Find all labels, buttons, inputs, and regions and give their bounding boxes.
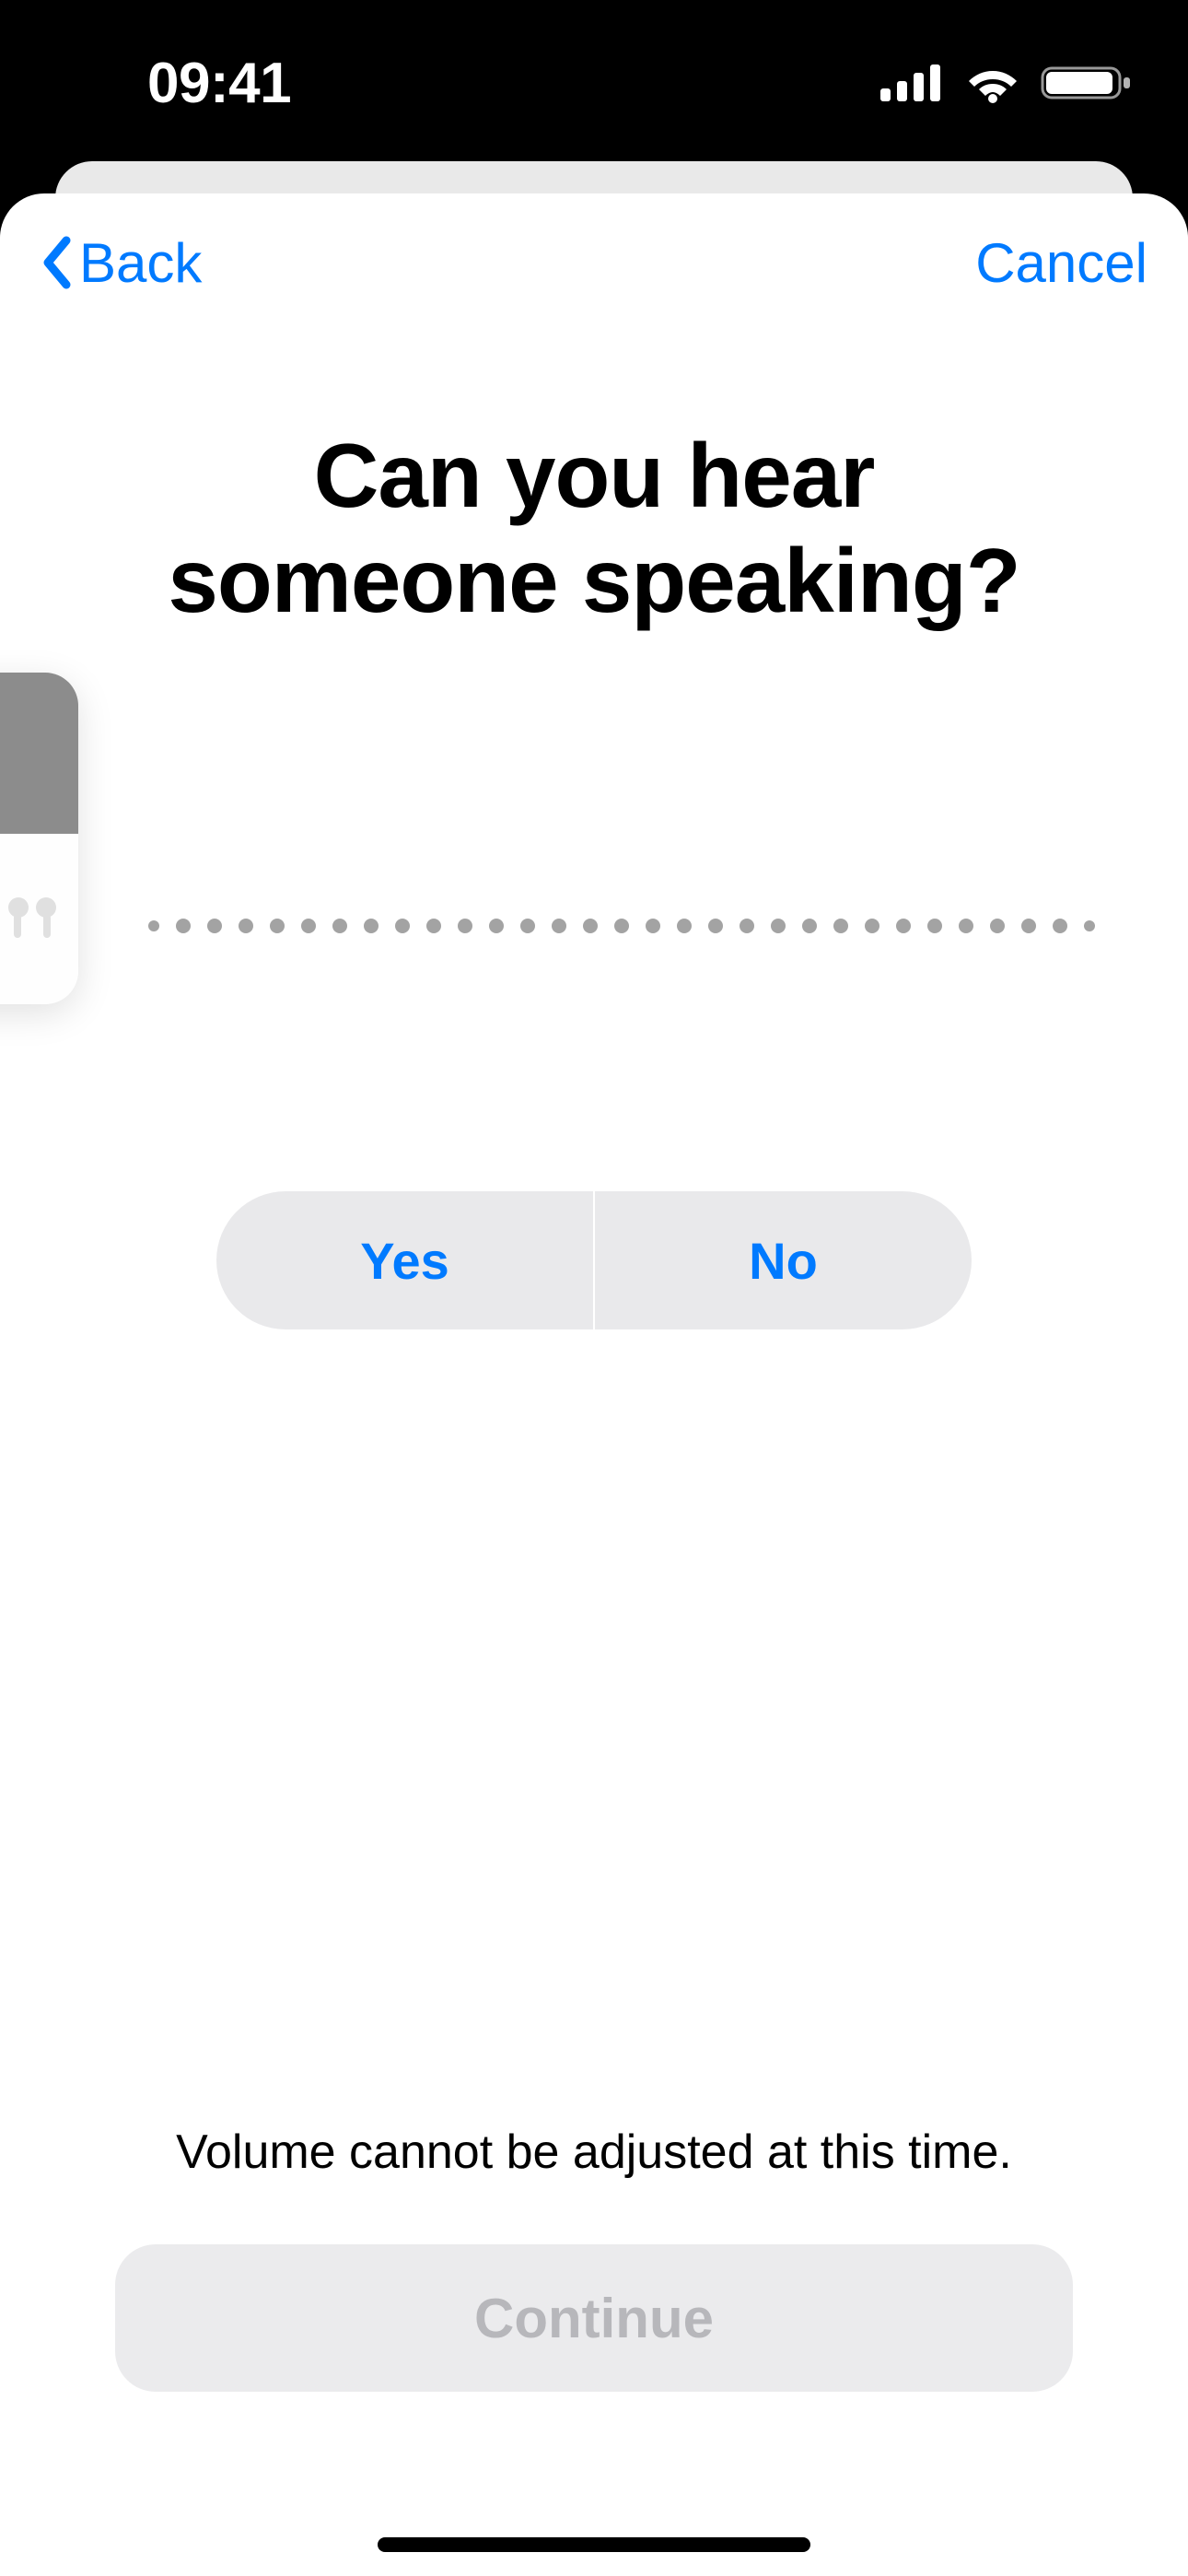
status-icons xyxy=(879,62,1133,104)
status-time: 09:41 xyxy=(74,51,291,116)
heading-line-2: someone speaking? xyxy=(168,530,1019,631)
cellular-icon xyxy=(879,63,945,103)
wifi-icon xyxy=(963,62,1022,104)
nav-bar: Back Cancel xyxy=(37,193,1151,332)
back-button[interactable]: Back xyxy=(41,231,202,295)
back-label: Back xyxy=(79,231,202,295)
no-button[interactable]: No xyxy=(595,1191,972,1329)
audio-waveform xyxy=(37,919,1151,933)
page-title: Can you hear someone speaking? xyxy=(37,424,1151,633)
volume-device xyxy=(0,834,78,1004)
footer-note: Volume cannot be adjusted at this time. xyxy=(0,2125,1188,2180)
continue-button[interactable]: Continue xyxy=(115,2244,1073,2392)
battery-icon xyxy=(1041,63,1133,103)
chevron-left-icon xyxy=(41,235,74,290)
yes-no-control: Yes No xyxy=(216,1191,972,1329)
volume-fill xyxy=(0,673,78,834)
volume-widget xyxy=(0,673,78,1004)
home-indicator xyxy=(378,2537,810,2552)
yes-button[interactable]: Yes xyxy=(216,1191,595,1329)
modal-sheet: Back Cancel Can you hear someone speakin… xyxy=(0,193,1188,2576)
heading-line-1: Can you hear xyxy=(314,425,875,526)
status-bar: 09:41 xyxy=(0,0,1188,166)
cancel-button[interactable]: Cancel xyxy=(975,231,1147,295)
airpods-icon xyxy=(5,897,60,942)
